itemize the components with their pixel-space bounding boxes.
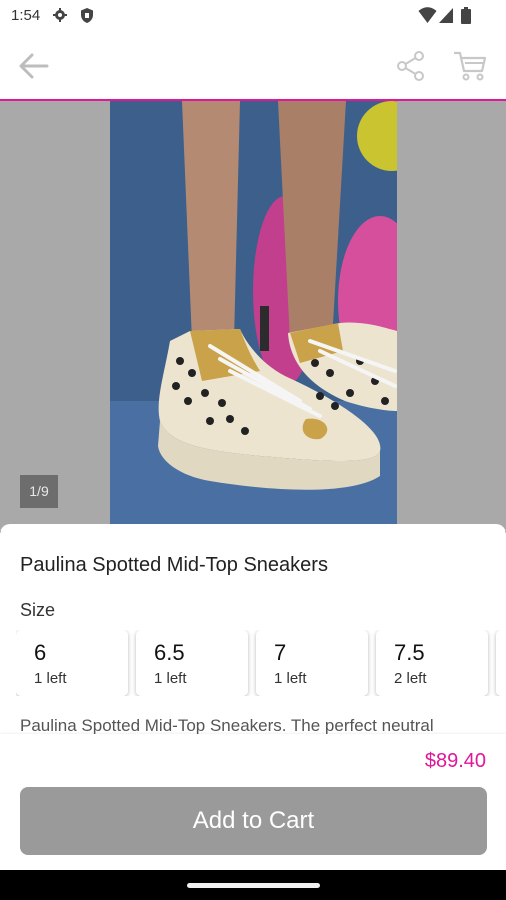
share-icon[interactable]	[395, 50, 427, 82]
image-counter: 1/9	[20, 475, 58, 508]
size-stock: 1 left	[154, 670, 187, 687]
size-selector: 6 1 left 6.5 1 left 7 1 left 7.5 2 left	[16, 630, 506, 696]
home-handle[interactable]	[187, 883, 320, 888]
gear-icon	[53, 8, 67, 22]
battery-icon	[461, 7, 471, 24]
size-stock: 2 left	[394, 670, 427, 687]
product-description: Paulina Spotted Mid-Top Sneakers. The pe…	[20, 716, 434, 735]
app-bar	[0, 32, 506, 99]
product-price: $89.40	[424, 750, 486, 772]
size-option[interactable]: 6 1 left	[16, 630, 128, 696]
size-stock: 1 left	[34, 670, 67, 687]
product-photo	[110, 101, 397, 531]
navigation-bar	[0, 870, 506, 900]
size-option[interactable]: 7.5 2 left	[376, 630, 488, 696]
wifi-icon	[418, 7, 437, 23]
shield-icon	[81, 8, 93, 23]
size-option[interactable]: 7 1 left	[256, 630, 368, 696]
size-value: 6	[34, 640, 47, 665]
product-sheet: Paulina Spotted Mid-Top Sneakers Size 6 …	[0, 524, 506, 870]
size-option[interactable]: 6.5 1 left	[136, 630, 248, 696]
status-bar: 1:54	[0, 0, 506, 32]
status-time: 1:54	[11, 7, 41, 24]
size-value: 7.5	[394, 640, 425, 665]
size-option-partial[interactable]	[496, 630, 506, 696]
cart-icon[interactable]	[452, 49, 488, 83]
product-title: Paulina Spotted Mid-Top Sneakers	[20, 554, 328, 576]
back-arrow-icon[interactable]	[16, 50, 52, 82]
product-image-gallery[interactable]	[0, 101, 506, 531]
size-value: 7	[274, 640, 287, 665]
add-to-cart-button[interactable]: Add to Cart	[20, 787, 487, 855]
signal-icon	[439, 8, 453, 23]
size-stock: 1 left	[274, 670, 307, 687]
sheet-divider	[0, 734, 506, 736]
size-label: Size	[20, 600, 56, 620]
size-value: 6.5	[154, 640, 185, 665]
